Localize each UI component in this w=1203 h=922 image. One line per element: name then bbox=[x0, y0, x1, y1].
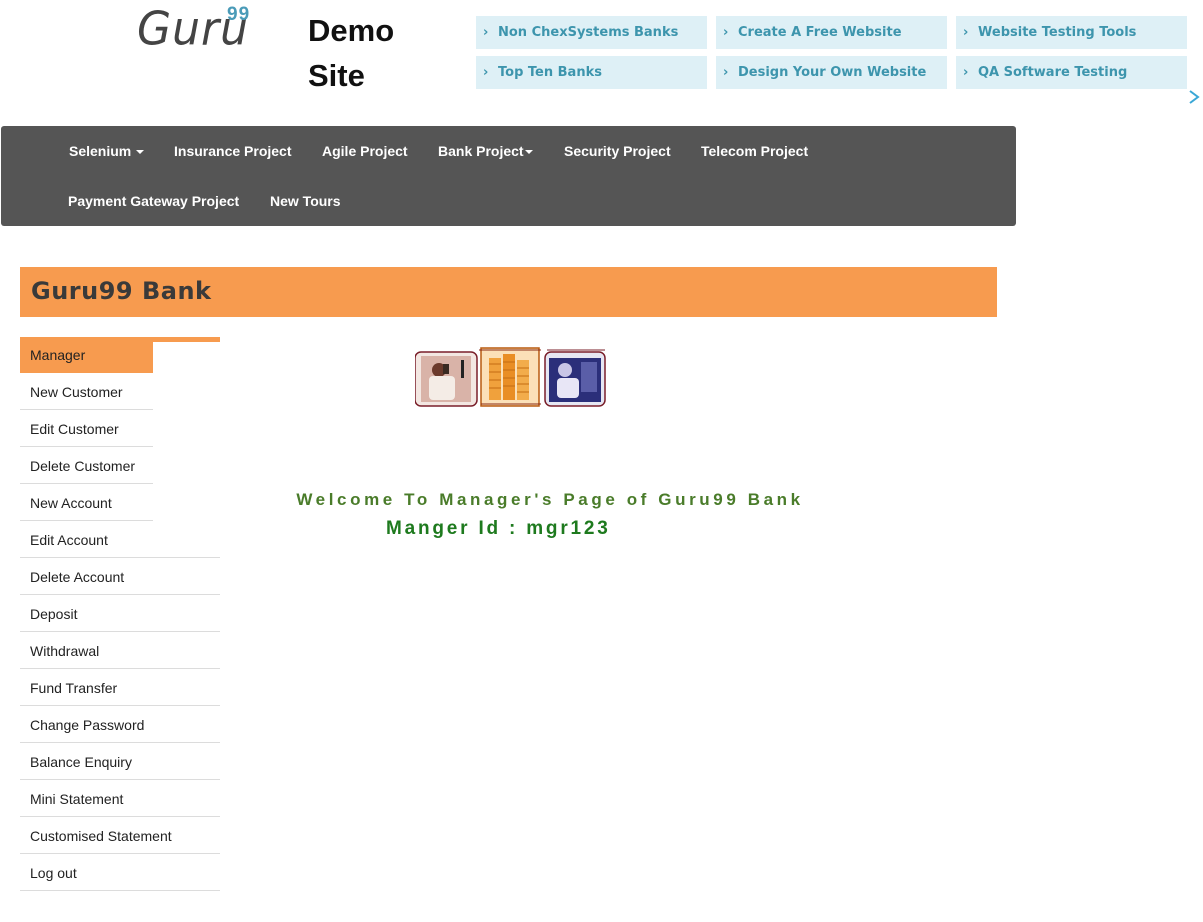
nav-item-payment-gateway-project[interactable]: Payment Gateway Project bbox=[68, 191, 239, 211]
menu-item-manager[interactable]: Manager bbox=[20, 337, 153, 373]
nav-item-label: Bank Project bbox=[438, 143, 524, 159]
menu-item-delete-customer[interactable]: Delete Customer bbox=[20, 448, 153, 484]
nav-item-selenium[interactable]: Selenium bbox=[69, 141, 145, 161]
site-title-line-2: Site bbox=[308, 58, 365, 93]
adchoices-icon[interactable] bbox=[1188, 90, 1202, 104]
ad-link-design-your-own-website[interactable]: › Design Your Own Website bbox=[716, 56, 947, 89]
menu-item-log-out[interactable]: Log out bbox=[20, 855, 220, 891]
ad-link-qa-software-testing[interactable]: › QA Software Testing bbox=[956, 56, 1187, 89]
ad-link-top-ten-banks[interactable]: › Top Ten Banks bbox=[476, 56, 707, 89]
menu-item-deposit[interactable]: Deposit bbox=[20, 596, 220, 632]
bank-banner-image bbox=[414, 346, 607, 408]
ad-link-non-chexsystems-banks[interactable]: › Non ChexSystems Banks bbox=[476, 16, 707, 49]
manager-id-text: Manger Id : mgr123 bbox=[386, 518, 611, 539]
chevron-right-icon: › bbox=[723, 25, 729, 40]
menu-item-change-password[interactable]: Change Password bbox=[20, 707, 220, 743]
menu-item-fund-transfer[interactable]: Fund Transfer bbox=[20, 670, 220, 706]
chevron-right-icon: › bbox=[483, 25, 489, 40]
logo-superscript: 99 bbox=[227, 4, 251, 25]
menu-item-withdrawal[interactable]: Withdrawal bbox=[20, 633, 220, 669]
ad-link-label: Non ChexSystems Banks bbox=[498, 25, 679, 40]
menu-item-mini-statement[interactable]: Mini Statement bbox=[20, 781, 220, 817]
menu-item-edit-customer[interactable]: Edit Customer bbox=[20, 411, 153, 447]
chevron-right-icon: › bbox=[723, 65, 729, 80]
guru99-logo[interactable]: Guru 99 bbox=[137, 3, 251, 57]
site-title: Demo Site bbox=[308, 8, 438, 98]
chevron-right-icon: › bbox=[963, 65, 969, 80]
caret-down-icon bbox=[136, 150, 145, 155]
menu-item-delete-account[interactable]: Delete Account bbox=[20, 559, 220, 595]
site-title-line-1: Demo bbox=[308, 13, 395, 48]
nav-item-agile-project[interactable]: Agile Project bbox=[322, 141, 408, 161]
nav-item-new-tours[interactable]: New Tours bbox=[270, 191, 341, 211]
ad-links-grid: › Non ChexSystems Banks › Create A Free We… bbox=[476, 16, 1188, 90]
ad-link-create-free-website[interactable]: › Create A Free Website bbox=[716, 16, 947, 49]
nav-item-security-project[interactable]: Security Project bbox=[564, 141, 671, 161]
nav-item-bank-project[interactable]: Bank Project bbox=[438, 141, 533, 161]
nav-item-label: Selenium bbox=[69, 143, 132, 159]
main-navbar: Selenium Insurance Project Agile Project… bbox=[1, 126, 1016, 226]
ad-link-website-testing-tools[interactable]: › Website Testing Tools bbox=[956, 16, 1187, 49]
menu-item-new-account[interactable]: New Account bbox=[20, 485, 153, 521]
bank-header-bar: Guru99 Bank bbox=[20, 267, 997, 317]
ad-link-label: Website Testing Tools bbox=[978, 25, 1137, 40]
ad-link-label: Design Your Own Website bbox=[738, 65, 927, 80]
bank-title: Guru99 Bank bbox=[31, 277, 212, 305]
ad-link-label: QA Software Testing bbox=[978, 65, 1128, 80]
chevron-right-icon: › bbox=[483, 65, 489, 80]
menu-item-edit-account[interactable]: Edit Account bbox=[20, 522, 220, 558]
caret-down-icon bbox=[524, 150, 533, 155]
menu-item-new-customer[interactable]: New Customer bbox=[20, 374, 153, 410]
welcome-message: Welcome To Manager's Page of Guru99 Bank bbox=[296, 490, 804, 509]
menu-item-balance-enquiry[interactable]: Balance Enquiry bbox=[20, 744, 220, 780]
ad-link-label: Create A Free Website bbox=[738, 25, 902, 40]
menu-item-customised-statement[interactable]: Customised Statement bbox=[20, 818, 220, 854]
ad-link-label: Top Ten Banks bbox=[498, 65, 602, 80]
chevron-right-icon: › bbox=[963, 25, 969, 40]
nav-item-telecom-project[interactable]: Telecom Project bbox=[701, 141, 808, 161]
nav-item-insurance-project[interactable]: Insurance Project bbox=[174, 141, 292, 161]
